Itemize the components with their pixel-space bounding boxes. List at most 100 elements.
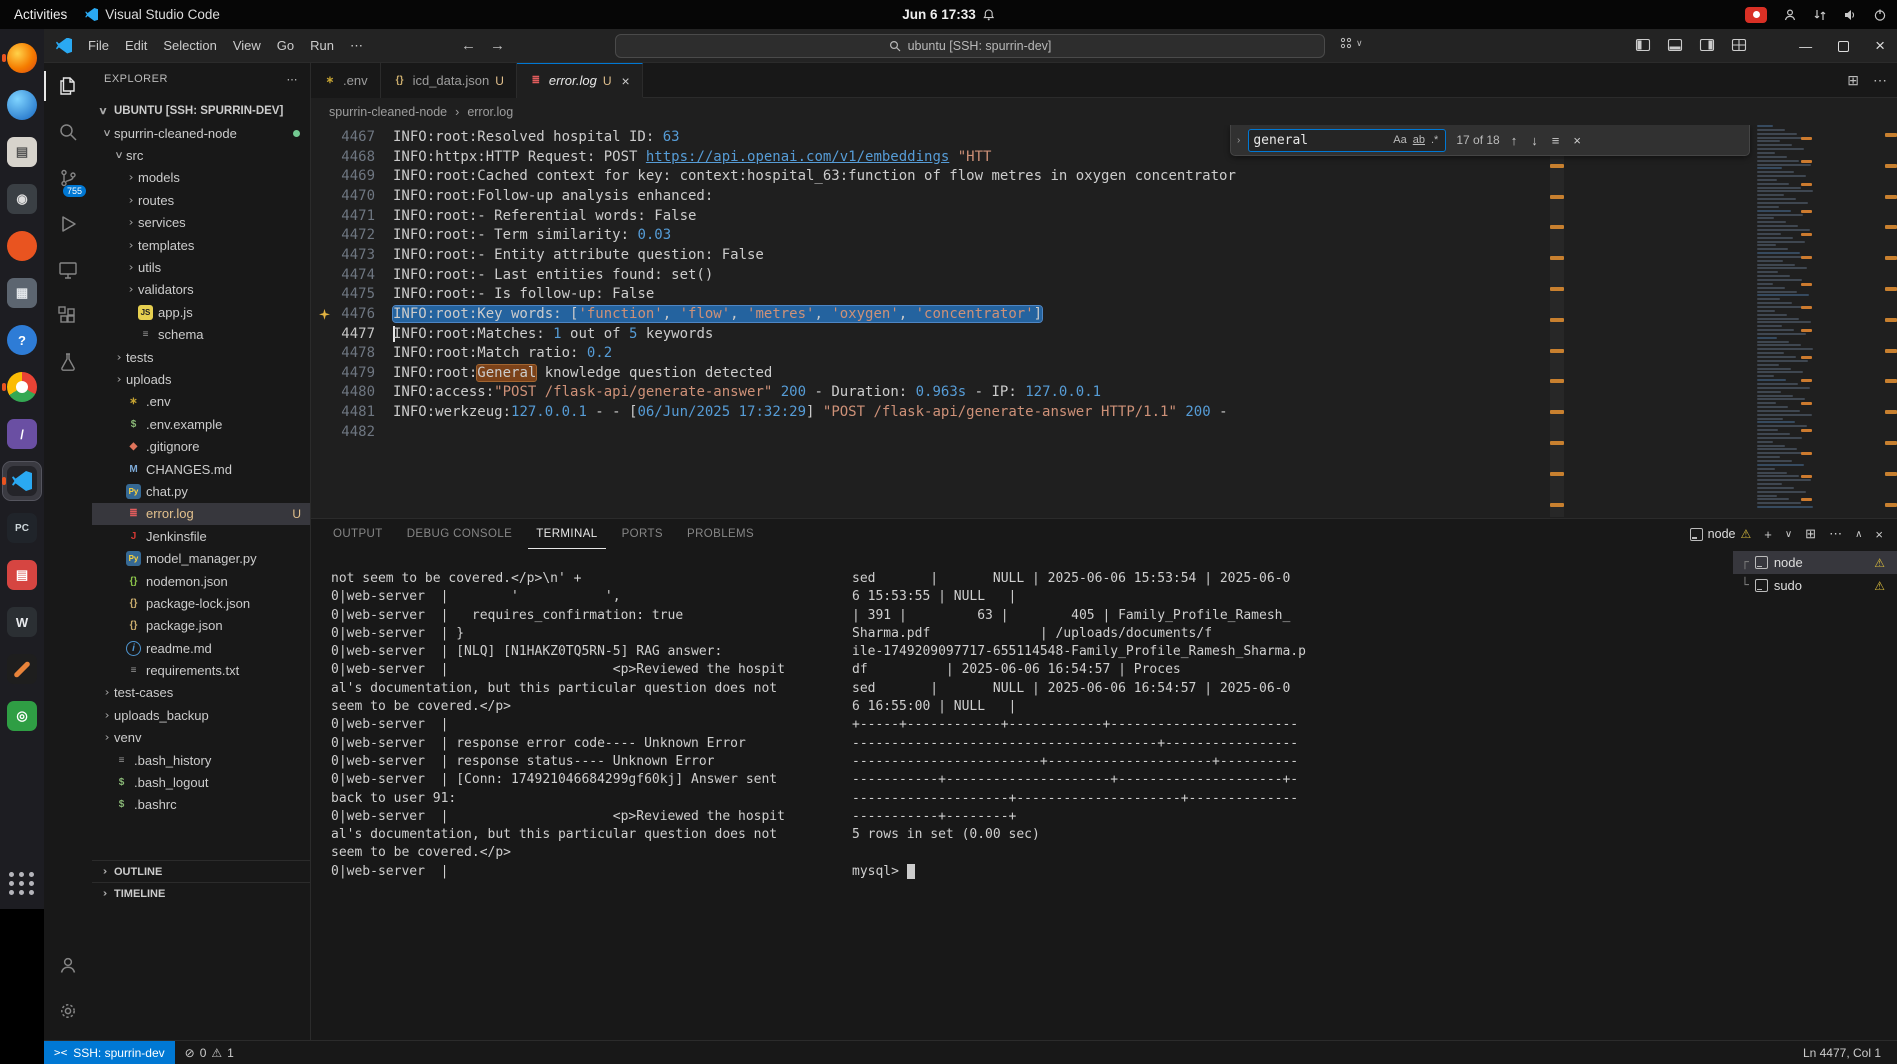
tree-item-.env.example[interactable]: $.env.example — [92, 413, 310, 435]
command-center[interactable]: ubuntu [SSH: spurrin-dev] — [615, 34, 1325, 58]
panel-tab-output[interactable]: OUTPUT — [325, 519, 391, 549]
dock-pencil-icon[interactable] — [3, 650, 41, 688]
find-next-icon[interactable]: ↓ — [1528, 133, 1541, 148]
explorer-more-icon[interactable]: ⋯ — [287, 73, 299, 86]
dock-writer-icon[interactable]: W — [3, 603, 41, 641]
overview-ruler[interactable] — [1885, 127, 1897, 517]
tab-more-icon[interactable]: ⋯ — [1873, 72, 1887, 89]
tree-item-.bashrc[interactable]: $.bashrc — [92, 794, 310, 816]
tree-item-uploads[interactable]: ›uploads — [92, 368, 310, 390]
terminal-sudo[interactable]: sed | NULL | 2025-06-06 15:53:54 | 2025-… — [852, 570, 1306, 881]
panel-more-icon[interactable]: ⋯ — [1829, 526, 1842, 542]
tree-item-CHANGES.md[interactable]: MCHANGES.md — [92, 458, 310, 480]
find-in-selection-icon[interactable]: ≡ — [1549, 133, 1563, 148]
editor-line-4474[interactable]: INFO:root:- Last entities found: set() — [393, 266, 713, 286]
profile-layout-dropdown[interactable]: ∨ — [1339, 36, 1363, 50]
editor-line-4468[interactable]: INFO:httpx:HTTP Request: POST https://ap… — [393, 148, 991, 168]
tree-item-.env[interactable]: ∗.env — [92, 391, 310, 413]
tree-item-package.json[interactable]: {}package.json — [92, 615, 310, 637]
volume-icon[interactable] — [1843, 8, 1857, 22]
extensions-icon[interactable] — [44, 293, 92, 339]
settings-gear-icon[interactable] — [44, 988, 92, 1034]
terminal-node[interactable]: not seem to be covered.</p>\n' +0|web-se… — [331, 570, 785, 881]
minimize-button[interactable]: — — [1799, 39, 1812, 54]
terminal-tab-sudo[interactable]: └sudo⚠ — [1733, 574, 1897, 597]
tab-.env[interactable]: ∗.env — [311, 63, 381, 98]
tree-item-.gitignore[interactable]: ◆.gitignore — [92, 435, 310, 457]
tree-item-requirements.txt[interactable]: ≡requirements.txt — [92, 659, 310, 681]
find-expand-icon[interactable]: › — [1237, 135, 1240, 146]
find-close-icon[interactable]: × — [1570, 133, 1584, 148]
menu-selection[interactable]: Selection — [155, 34, 224, 57]
cursor-position[interactable]: Ln 4477, Col 1 — [1803, 1046, 1881, 1060]
find-input[interactable] — [1253, 133, 1390, 148]
dock-test-tube-icon[interactable]: / — [3, 415, 41, 453]
toggle-sidebar-icon[interactable] — [1635, 37, 1651, 53]
editor[interactable]: 4467446844694470447144724473447444754476… — [311, 125, 1897, 518]
outline-section[interactable]: › OUTLINE — [92, 860, 310, 882]
show-applications-icon[interactable] — [9, 872, 35, 895]
tree-item-templates[interactable]: ›templates — [92, 234, 310, 256]
toggle-secondary-sidebar-icon[interactable] — [1699, 37, 1715, 53]
tree-item-spurrin-cleaned-node[interactable]: ∨spurrin-cleaned-node — [92, 122, 310, 144]
editor-line-4473[interactable]: INFO:root:- Entity attribute question: F… — [393, 246, 764, 266]
tree-item-utils[interactable]: ›utils — [92, 256, 310, 278]
dock-firefox-icon[interactable] — [3, 39, 41, 77]
network-icon[interactable] — [1813, 8, 1827, 22]
nav-forward-icon[interactable]: → — [490, 37, 505, 54]
activities-button[interactable]: Activities — [14, 7, 67, 22]
dock-chrome-icon[interactable] — [3, 368, 41, 406]
tree-item-venv[interactable]: ›venv — [92, 727, 310, 749]
maximize-panel-icon[interactable]: ∧ — [1855, 529, 1862, 540]
panel-tab-terminal[interactable]: TERMINAL — [528, 519, 605, 549]
tree-item-src[interactable]: ∨src — [92, 144, 310, 166]
dock-pc-monitor-icon[interactable]: PC — [3, 509, 41, 547]
editor-scrollbar[interactable] — [1550, 127, 1564, 517]
tab-error.log[interactable]: ≣error.logU× — [517, 63, 643, 98]
menu-go[interactable]: Go — [269, 34, 302, 57]
editor-line-4471[interactable]: INFO:root:- Referential words: False — [393, 207, 696, 227]
panel-tab-debug-console[interactable]: DEBUG CONSOLE — [399, 519, 521, 549]
breadcrumb-item[interactable]: spurrin-cleaned-node — [329, 105, 447, 119]
breadcrumb[interactable]: spurrin-cleaned-node›error.log — [311, 98, 1897, 125]
split-terminal-icon[interactable]: ⊞ — [1805, 526, 1816, 542]
power-icon[interactable] — [1873, 8, 1887, 22]
dock-browser-icon[interactable] — [3, 86, 41, 124]
tree-item-chat.py[interactable]: Pychat.py — [92, 480, 310, 502]
tree-item-model_manager.py[interactable]: Pymodel_manager.py — [92, 547, 310, 569]
tree-item-test-cases[interactable]: ›test-cases — [92, 682, 310, 704]
maximize-button[interactable] — [1838, 41, 1849, 52]
editor-line-4475[interactable]: INFO:root:- Is follow-up: False — [393, 285, 654, 305]
testing-icon[interactable] — [44, 339, 92, 385]
tree-item-routes[interactable]: ›routes — [92, 189, 310, 211]
editor-line-4481[interactable]: INFO:werkzeug:127.0.0.1 - - [06/Jun/2025… — [393, 403, 1228, 423]
run-debug-icon[interactable] — [44, 201, 92, 247]
editor-line-4477[interactable]: INFO:root:Matches: 1 out of 5 keywords — [393, 325, 713, 345]
terminal-tab-node[interactable]: ┌node⚠ — [1733, 551, 1897, 574]
customize-layout-icon[interactable] — [1731, 37, 1747, 53]
tree-item-schema[interactable]: ≡schema — [92, 324, 310, 346]
user-status-icon[interactable] — [1783, 8, 1797, 22]
tree-item-models[interactable]: ›models — [92, 167, 310, 189]
tree-item-tests[interactable]: ›tests — [92, 346, 310, 368]
find-prev-icon[interactable]: ↑ — [1508, 133, 1521, 148]
tree-item-app.js[interactable]: JSapp.js — [92, 301, 310, 323]
dock-vscode-icon[interactable] — [3, 462, 41, 500]
panel-tab-ports[interactable]: PORTS — [614, 519, 671, 549]
toggle-panel-icon[interactable] — [1667, 37, 1683, 53]
focused-app-name[interactable]: Visual Studio Code — [85, 7, 220, 22]
clock-menu[interactable]: Jun 6 17:33 — [902, 7, 995, 22]
editor-line-4480[interactable]: INFO:access:"POST /flask-api/generate-an… — [393, 383, 1101, 403]
nav-back-icon[interactable]: ← — [461, 37, 476, 54]
dock-help-icon[interactable]: ? — [3, 321, 41, 359]
tree-item-validators[interactable]: ›validators — [92, 279, 310, 301]
new-terminal-icon[interactable]: + — [1764, 527, 1772, 542]
regex-icon[interactable]: .* — [1428, 134, 1441, 146]
match-case-icon[interactable]: Aa — [1390, 134, 1409, 146]
split-editor-icon[interactable]: ⊞ — [1847, 72, 1859, 89]
tree-item-readme.md[interactable]: ireadme.md — [92, 637, 310, 659]
tree-item-uploads_backup[interactable]: ›uploads_backup — [92, 704, 310, 726]
editor-line-4478[interactable]: INFO:root:Match ratio: 0.2 — [393, 344, 612, 364]
tree-item-Jenkinsfile[interactable]: JJenkinsfile — [92, 525, 310, 547]
dock-remote-desktop-icon[interactable]: ▦ — [3, 274, 41, 312]
